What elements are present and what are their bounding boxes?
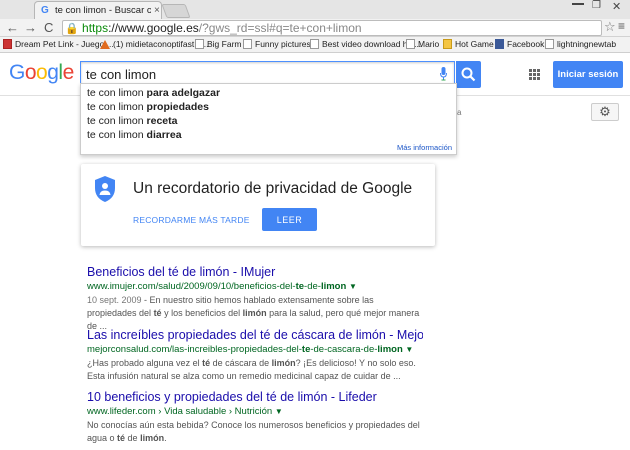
bookmark-label: Facebook	[507, 39, 545, 49]
bookmark-item[interactable]: Funny pictures	[243, 39, 311, 49]
google-favicon-icon: G	[41, 4, 49, 16]
page-icon	[243, 39, 252, 49]
suggestion-item[interactable]: te con limon diarrea	[87, 129, 182, 141]
bookmark-label: Hot Game	[455, 39, 494, 49]
signin-button[interactable]: Iniciar sesión	[553, 61, 623, 88]
more-info-link[interactable]: Más información	[397, 143, 452, 152]
remind-later-button[interactable]: RECORDARME MÁS TARDE	[133, 215, 250, 225]
tab-close-icon[interactable]: ×	[154, 5, 160, 16]
bookmark-star-icon[interactable]: ☆	[604, 19, 616, 35]
tab-strip: G te con limon - Buscar con Go × ❐ ✕	[0, 0, 630, 19]
bookmark-item[interactable]: Best video download hel...	[310, 39, 421, 49]
bookmark-item[interactable]: Hot Game	[443, 39, 494, 49]
bookmark-label: Dream Pet Link - Juego ...	[15, 39, 114, 49]
result-title-link[interactable]: 10 beneficios y propiedades del té de li…	[87, 390, 423, 404]
page-icon	[310, 39, 319, 49]
back-icon[interactable]: ←	[6, 20, 19, 35]
apps-grid-icon[interactable]	[529, 69, 540, 80]
url-scheme: https	[82, 21, 109, 35]
search-result: Las increíbles propiedades del té de cás…	[87, 328, 423, 383]
lock-icon: 🔒	[65, 23, 79, 35]
page-icon	[406, 39, 415, 49]
result-url: mejorconsalud.com/las-increibles-propied…	[87, 344, 414, 355]
browser-menu-icon[interactable]: ≡	[618, 19, 625, 33]
suggestion-item[interactable]: te con limon receta	[87, 115, 177, 127]
avast-icon	[100, 39, 110, 49]
search-button[interactable]	[456, 61, 481, 88]
bookmark-item[interactable]: Mario	[406, 39, 439, 49]
result-menu-caret-icon[interactable]: ▼	[275, 407, 283, 416]
result-snippet: No conocías aún esta bebida? Conoce los …	[87, 420, 420, 443]
suggestion-item[interactable]: te con limon para adelgazar	[87, 87, 220, 99]
page-icon	[195, 39, 204, 49]
result-menu-caret-icon[interactable]: ▼	[405, 345, 413, 354]
bookmark-item[interactable]: lightningnewtab	[545, 39, 616, 49]
privacy-reminder-card: Un recordatorio de privacidad de Google …	[81, 164, 435, 246]
search-result: 10 beneficios y propiedades del té de li…	[87, 390, 423, 445]
bookmark-label: lightningnewtab	[557, 39, 617, 49]
google-logo[interactable]: Google	[9, 61, 74, 85]
suggestion-item[interactable]: te con limon propiedades	[87, 101, 209, 113]
bookmark-item[interactable]: Big Farm	[195, 39, 241, 49]
microphone-icon[interactable]	[440, 67, 447, 81]
result-menu-caret-icon[interactable]: ▼	[349, 282, 357, 291]
minimize-icon[interactable]	[572, 3, 584, 5]
reload-icon[interactable]: C	[44, 20, 53, 35]
new-tab-button[interactable]	[161, 4, 191, 18]
shield-icon	[95, 176, 115, 202]
autocomplete-dropdown: te con limon para adelgazar te con limon…	[80, 83, 457, 155]
url-path: /?gws_rd=ssl#q=te+con+limon	[198, 21, 362, 35]
game-icon	[443, 39, 452, 49]
facebook-icon	[495, 39, 504, 49]
url-host: ://www.google.es	[108, 21, 199, 35]
read-button[interactable]: LEER	[262, 208, 317, 231]
result-url: www.lifeder.com › Vida saludable › Nutri…	[87, 406, 283, 417]
bookmark-label: Mario	[418, 39, 440, 49]
privacy-title: Un recordatorio de privacidad de Google	[133, 180, 413, 197]
tab-title: te con limon - Buscar con Go	[55, 5, 151, 16]
bookmarks-bar: Dream Pet Link - Juego ... (1) midietaco…	[0, 37, 630, 53]
settings-gear-icon[interactable]: ⚙	[591, 103, 619, 121]
address-bar[interactable]: 🔒 https://www.google.es/?gws_rd=ssl#q=te…	[62, 20, 602, 36]
tools-tab-partial: a	[457, 108, 462, 117]
bookmark-label: Funny pictures	[255, 39, 311, 49]
result-url: www.imujer.com/salud/2009/09/10/benefici…	[87, 281, 357, 292]
result-title-link[interactable]: Beneficios del té de limón - IMujer	[87, 265, 423, 279]
bookmark-label: Big Farm	[207, 39, 242, 49]
browser-tab[interactable]: G te con limon - Buscar con Go ×	[34, 1, 162, 19]
bookmark-item[interactable]: Dream Pet Link - Juego ...	[3, 39, 114, 49]
page-icon	[545, 39, 554, 49]
result-title-link[interactable]: Las increíbles propiedades del té de cás…	[87, 328, 423, 342]
dream-pet-icon	[3, 39, 12, 49]
forward-icon[interactable]: →	[24, 20, 37, 35]
browser-toolbar: ← → C 🔒 https://www.google.es/?gws_rd=ss…	[0, 19, 630, 37]
bookmark-item[interactable]: Facebook	[495, 39, 544, 49]
bookmark-item[interactable]: (1) midietaconoptifast.b...	[100, 39, 208, 49]
search-result: Beneficios del té de limón - IMujer www.…	[87, 265, 423, 333]
window-close-icon[interactable]: ✕	[612, 0, 621, 13]
result-snippet: ¿Has probado alguna vez el té de cáscara…	[87, 358, 416, 381]
maximize-icon[interactable]: ❐	[592, 0, 601, 11]
search-icon	[461, 67, 476, 82]
